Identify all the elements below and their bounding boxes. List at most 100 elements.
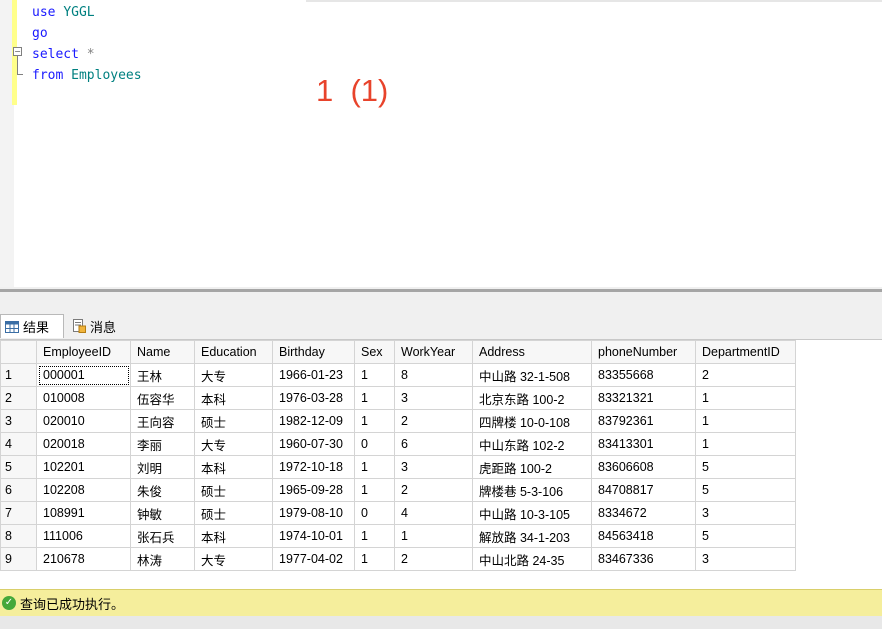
table-cell[interactable]: 020010 xyxy=(36,409,131,433)
column-header[interactable]: DepartmentID xyxy=(695,340,796,364)
table-cell[interactable]: 3 xyxy=(394,386,473,410)
table-row[interactable]: 5 102201 刘明 本科 1972-10-18 1 3 虎距路 100-2 83606608… xyxy=(0,455,796,479)
table-row[interactable]: 2 010008 伍容华 本科 1976-03-28 1 3 北京东路 100-2 833213… xyxy=(0,386,796,410)
table-cell[interactable]: 1 xyxy=(354,409,395,433)
table-cell[interactable]: 83321321 xyxy=(591,386,696,410)
table-cell[interactable]: 4 xyxy=(394,501,473,525)
table-cell[interactable]: 3 xyxy=(695,547,796,571)
table-cell[interactable]: 8 xyxy=(394,363,473,387)
table-cell[interactable]: 1 xyxy=(695,409,796,433)
table-row[interactable]: 8 111006 张石兵 本科 1974-10-01 1 1 解放路 34-1-203 8456… xyxy=(0,524,796,548)
table-cell[interactable]: 中山东路 102-2 xyxy=(472,432,592,456)
table-row[interactable]: 4 020018 李丽 大专 1960-07-30 0 6 中山东路 102-2 8341330… xyxy=(0,432,796,456)
table-cell[interactable]: 王林 xyxy=(130,363,195,387)
sql-code[interactable]: use YGGL go select * from Employees xyxy=(32,2,142,86)
table-cell[interactable]: 张石兵 xyxy=(130,524,195,548)
table-cell[interactable]: 大专 xyxy=(194,432,273,456)
table-cell[interactable]: 1979-08-10 xyxy=(272,501,355,525)
table-cell[interactable]: 2 xyxy=(695,363,796,387)
table-cell[interactable]: 83413301 xyxy=(591,432,696,456)
table-cell[interactable]: 1972-10-18 xyxy=(272,455,355,479)
table-cell[interactable]: 中山路 10-3-105 xyxy=(472,501,592,525)
column-header[interactable]: Address xyxy=(472,340,592,364)
table-cell[interactable]: 刘明 xyxy=(130,455,195,479)
table-cell[interactable]: 牌楼巷 5-3-106 xyxy=(472,478,592,502)
table-cell[interactable]: 1 xyxy=(354,386,395,410)
table-cell[interactable]: 000001 xyxy=(36,363,131,387)
table-cell[interactable]: 2 xyxy=(394,409,473,433)
table-cell[interactable]: 四牌楼 10-0-108 xyxy=(472,409,592,433)
table-row[interactable]: 9 210678 林涛 大专 1977-04-02 1 2 中山北路 24-35 8346733… xyxy=(0,547,796,571)
table-cell[interactable]: 1960-07-30 xyxy=(272,432,355,456)
table-cell[interactable]: 王向容 xyxy=(130,409,195,433)
column-header[interactable]: EmployeeID xyxy=(36,340,131,364)
table-cell[interactable]: 朱俊 xyxy=(130,478,195,502)
row-number[interactable]: 7 xyxy=(0,501,37,525)
table-cell[interactable]: 0 xyxy=(354,501,395,525)
table-cell[interactable]: 1976-03-28 xyxy=(272,386,355,410)
table-cell[interactable]: 0 xyxy=(354,432,395,456)
table-cell[interactable]: 210678 xyxy=(36,547,131,571)
table-cell[interactable]: 1 xyxy=(695,432,796,456)
row-number[interactable]: 4 xyxy=(0,432,37,456)
collapse-icon[interactable]: − xyxy=(13,47,22,56)
row-number[interactable]: 6 xyxy=(0,478,37,502)
table-cell[interactable]: 3 xyxy=(394,455,473,479)
table-cell[interactable]: 解放路 34-1-203 xyxy=(472,524,592,548)
table-cell[interactable]: 020018 xyxy=(36,432,131,456)
row-number[interactable]: 1 xyxy=(0,363,37,387)
table-cell[interactable]: 中山路 32-1-508 xyxy=(472,363,592,387)
column-header[interactable]: Name xyxy=(130,340,195,364)
table-cell[interactable]: 1982-12-09 xyxy=(272,409,355,433)
table-cell[interactable]: 钟敏 xyxy=(130,501,195,525)
table-cell[interactable]: 2 xyxy=(394,478,473,502)
column-header[interactable]: phoneNumber xyxy=(591,340,696,364)
table-cell[interactable]: 1 xyxy=(695,386,796,410)
table-cell[interactable]: 5 xyxy=(695,478,796,502)
table-cell[interactable]: 3 xyxy=(695,501,796,525)
results-grid[interactable]: EmployeeID Name Education Birthday Sex W… xyxy=(0,340,882,583)
table-cell[interactable]: 8334672 xyxy=(591,501,696,525)
row-number[interactable]: 2 xyxy=(0,386,37,410)
table-cell[interactable]: 1 xyxy=(354,455,395,479)
table-cell[interactable]: 84708817 xyxy=(591,478,696,502)
table-cell[interactable]: 010008 xyxy=(36,386,131,410)
table-cell[interactable]: 84563418 xyxy=(591,524,696,548)
table-cell[interactable]: 83792361 xyxy=(591,409,696,433)
table-cell[interactable]: 83355668 xyxy=(591,363,696,387)
table-cell[interactable]: 伍容华 xyxy=(130,386,195,410)
table-cell[interactable]: 1 xyxy=(354,524,395,548)
table-row[interactable]: 7 108991 钟敏 硕士 1979-08-10 0 4 中山路 10-3-105 83346… xyxy=(0,501,796,525)
grid-corner[interactable] xyxy=(0,340,37,364)
table-cell[interactable]: 1965-09-28 xyxy=(272,478,355,502)
table-cell[interactable]: 111006 xyxy=(36,524,131,548)
table-row[interactable]: 6 102208 朱俊 硕士 1965-09-28 1 2 牌楼巷 5-3-106 847088… xyxy=(0,478,796,502)
table-cell[interactable]: 硕士 xyxy=(194,501,273,525)
table-cell[interactable]: 中山北路 24-35 xyxy=(472,547,592,571)
tab-messages[interactable]: 消息 xyxy=(68,314,136,338)
table-row[interactable]: 1 000001 王林 大专 1966-01-23 1 8 中山路 32-1-508 83355… xyxy=(0,363,796,387)
table-cell[interactable]: 1 xyxy=(394,524,473,548)
table-cell[interactable]: 1974-10-01 xyxy=(272,524,355,548)
table-cell[interactable]: 本科 xyxy=(194,386,273,410)
column-header[interactable]: WorkYear xyxy=(394,340,473,364)
query-editor[interactable]: − use YGGL go select * from Employees 1 … xyxy=(0,0,882,287)
table-cell[interactable]: 大专 xyxy=(194,363,273,387)
table-cell[interactable]: 李丽 xyxy=(130,432,195,456)
tab-results[interactable]: 结果 xyxy=(0,314,64,338)
column-header[interactable]: Birthday xyxy=(272,340,355,364)
table-cell[interactable]: 硕士 xyxy=(194,409,273,433)
table-cell[interactable]: 硕士 xyxy=(194,478,273,502)
table-cell[interactable]: 林涛 xyxy=(130,547,195,571)
table-cell[interactable]: 虎距路 100-2 xyxy=(472,455,592,479)
splitter-handle[interactable] xyxy=(0,289,882,292)
table-row[interactable]: 3 020010 王向容 硕士 1982-12-09 1 2 四牌楼 10-0-108 8379… xyxy=(0,409,796,433)
table-cell[interactable]: 2 xyxy=(394,547,473,571)
table-cell[interactable]: 北京东路 100-2 xyxy=(472,386,592,410)
column-header[interactable]: Education xyxy=(194,340,273,364)
table-cell[interactable]: 5 xyxy=(695,455,796,479)
table-cell[interactable]: 102208 xyxy=(36,478,131,502)
table-cell[interactable]: 1977-04-02 xyxy=(272,547,355,571)
table-cell[interactable]: 108991 xyxy=(36,501,131,525)
table-cell[interactable]: 83467336 xyxy=(591,547,696,571)
